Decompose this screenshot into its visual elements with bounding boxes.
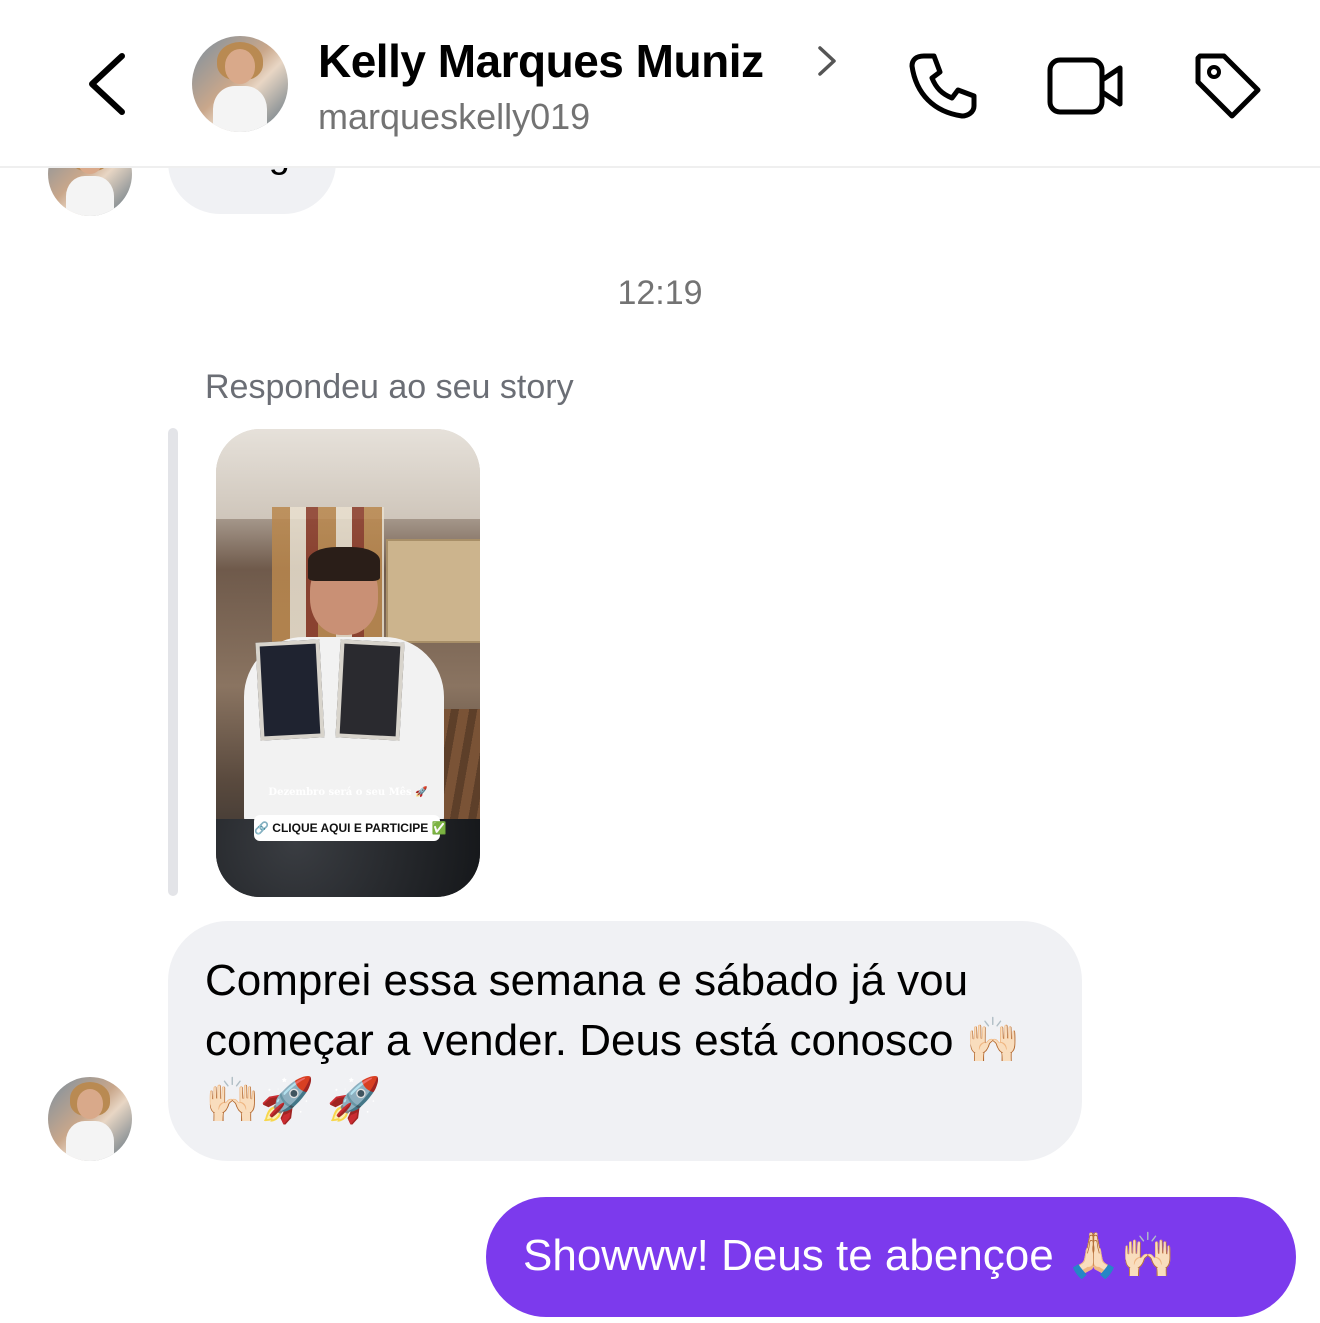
phone-icon	[909, 53, 977, 119]
back-button[interactable]	[78, 48, 142, 120]
contact-name[interactable]: Kelly Marques Muniz	[318, 34, 764, 88]
audio-call-button[interactable]	[902, 46, 982, 126]
video-call-button[interactable]	[1044, 46, 1124, 126]
sent-message-text: Showww! Deus te abençoe 🙏🏻🙌🏻	[523, 1231, 1176, 1280]
story-thumbnail[interactable]: Dezembro será o seu Mês 🚀 🔗 CLIQUE AQUI …	[216, 429, 480, 897]
tag-button[interactable]	[1188, 46, 1268, 126]
story-cta-sticker: 🔗 CLIQUE AQUI E PARTICIPE ✅	[254, 815, 447, 841]
reply-indicator-bar	[168, 428, 178, 896]
received-message-bubble[interactable]: Comprei essa semana e sábado já vou come…	[168, 921, 1082, 1161]
sent-message-bubble[interactable]: Showww! Deus te abençoe 🙏🏻🙌🏻	[486, 1197, 1296, 1317]
message-timestamp: 12:19	[617, 274, 703, 312]
received-message-text: Comprei essa semana e sábado já vou come…	[205, 956, 1021, 1125]
story-caption: Dezembro será o seu Mês 🚀	[268, 787, 428, 798]
chevron-right-icon[interactable]	[812, 44, 840, 78]
tag-icon	[1195, 53, 1261, 119]
sender-avatar[interactable]	[48, 1077, 132, 1161]
story-reply-label: Respondeu ao seu story	[205, 368, 574, 406]
contact-avatar[interactable]	[192, 36, 288, 132]
back-arrow-icon	[89, 53, 125, 115]
chat-header: Kelly Marques Muniz marqueskelly019	[0, 0, 1320, 168]
video-camera-icon	[1047, 57, 1123, 115]
contact-username: marqueskelly019	[318, 96, 591, 137]
